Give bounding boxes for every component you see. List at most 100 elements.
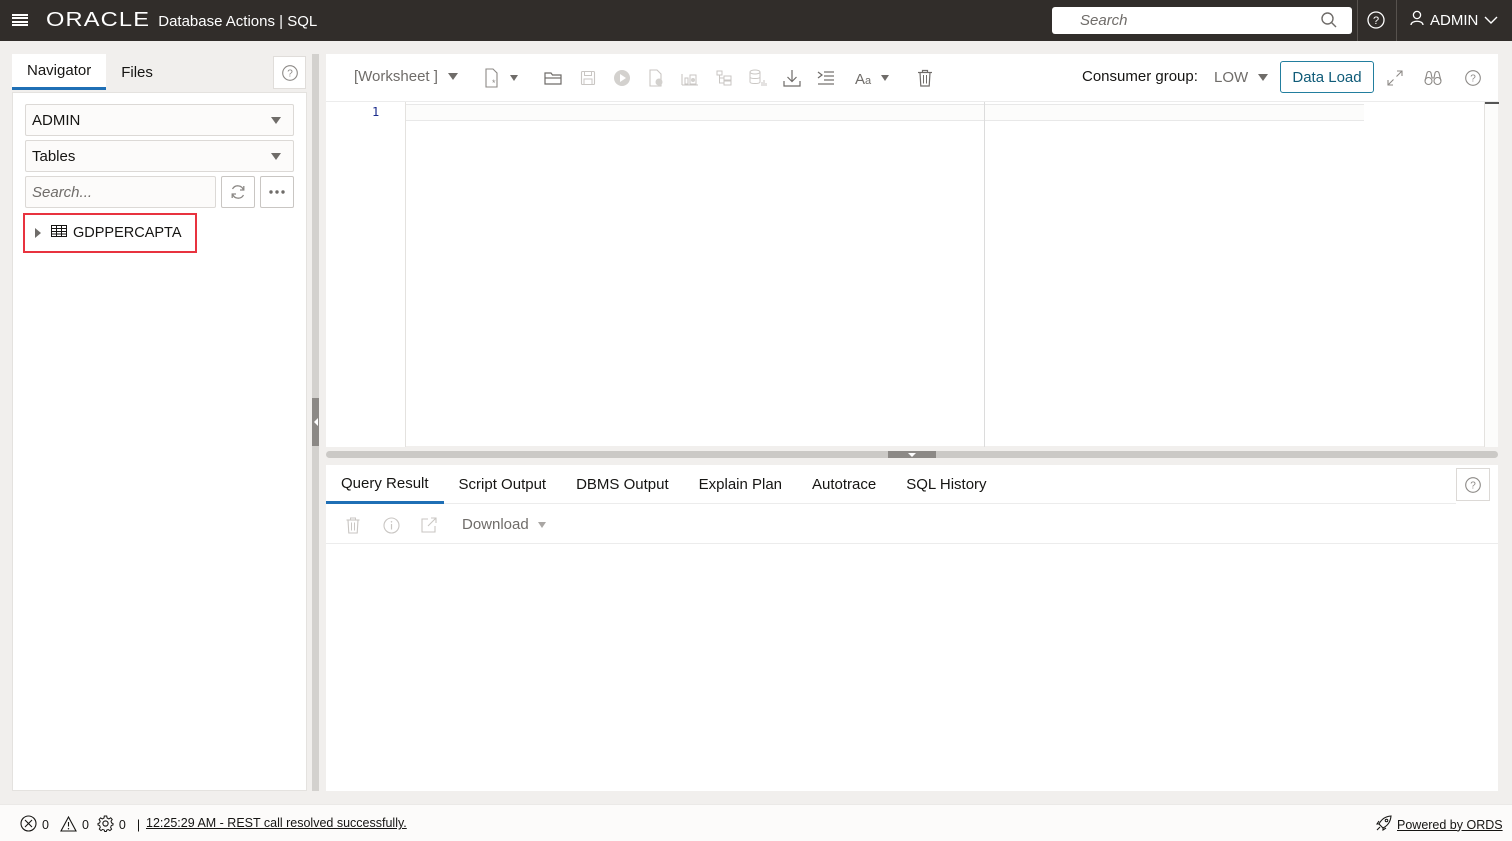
navigator-help-button[interactable]: ?	[273, 56, 306, 89]
help-icon: ?	[1465, 476, 1481, 493]
help-icon: ?	[281, 64, 298, 81]
worksheet-panel: [Worksheet ] * A a Consumer group: LOW D…	[326, 54, 1499, 447]
brand: ORACLE Database Actions | SQL	[46, 9, 317, 32]
menu-icon[interactable]	[12, 12, 28, 28]
clear-results-button[interactable]	[343, 515, 363, 535]
more-actions-button[interactable]	[260, 176, 294, 208]
caret-down-icon	[537, 521, 546, 528]
tab-autotrace[interactable]: Autotrace	[797, 465, 891, 504]
sql-tuning-button[interactable]	[747, 67, 769, 89]
info-icon	[382, 516, 400, 534]
tab-script-output[interactable]: Script Output	[444, 465, 562, 504]
results-help-button[interactable]: ?	[1456, 468, 1490, 501]
warning-count: 0	[81, 818, 89, 832]
caret-down-icon	[271, 117, 281, 124]
object-type-select-value: Tables	[32, 147, 76, 165]
line-number: 1	[372, 105, 380, 119]
warning-icon[interactable]	[60, 815, 77, 835]
consumer-group-select[interactable]: LOW	[1214, 69, 1269, 86]
save-button[interactable]	[577, 67, 599, 89]
new-worksheet-button[interactable]: *	[484, 67, 524, 89]
format-icon	[817, 71, 834, 85]
run-script-button[interactable]	[645, 67, 667, 89]
refresh-button[interactable]	[221, 176, 255, 208]
autotrace-button[interactable]	[713, 67, 735, 89]
schema-select-value: ADMIN	[32, 111, 81, 129]
object-type-select[interactable]: Tables	[25, 140, 294, 172]
gear-icon[interactable]	[97, 815, 114, 835]
worksheet-select[interactable]: [Worksheet ]	[354, 68, 458, 85]
explain-plan-button[interactable]	[679, 67, 701, 89]
collapse-navigator-handle[interactable]	[312, 398, 319, 446]
powered-by-ords-link[interactable]: Powered by ORDS	[1375, 815, 1503, 834]
run-statement-button[interactable]	[611, 67, 633, 89]
download-icon	[783, 70, 801, 87]
tree-item-gdppercapta[interactable]: GDPPERCAPTA	[23, 213, 197, 253]
tab-files[interactable]: Files	[106, 54, 168, 90]
app-header: ORACLE Database Actions | SQL ? ADMIN	[0, 0, 1512, 41]
open-in-new-button[interactable]	[419, 515, 439, 535]
caret-down-icon	[447, 73, 458, 80]
download-label: Download	[462, 516, 529, 533]
results-tabs: Query Result Script Output DBMS Output E…	[326, 465, 1456, 504]
navigator-search-input[interactable]	[26, 177, 215, 207]
collapse-results-handle[interactable]	[888, 451, 936, 458]
tab-sql-history[interactable]: SQL History	[891, 465, 1001, 504]
svg-text:?: ?	[287, 68, 293, 79]
results-panel: Query Result Script Output DBMS Output E…	[326, 465, 1498, 791]
horizontal-splitter[interactable]	[326, 451, 1498, 458]
maximize-button[interactable]	[1384, 67, 1406, 89]
vertical-splitter[interactable]	[312, 54, 319, 791]
user-name: ADMIN	[1430, 11, 1479, 29]
svg-text:?: ?	[1373, 15, 1379, 27]
tab-query-result[interactable]: Query Result	[326, 465, 444, 504]
refresh-icon	[231, 185, 245, 199]
status-message[interactable]: 12:25:29 AM - REST call resolved success…	[146, 816, 407, 830]
editor-scrollbar[interactable]	[1484, 102, 1499, 447]
text-size-button[interactable]: Aa	[854, 67, 894, 89]
header-divider	[1396, 0, 1397, 41]
clear-button[interactable]	[914, 67, 936, 89]
tab-dbms-output[interactable]: DBMS Output	[561, 465, 684, 504]
open-button[interactable]	[542, 67, 564, 89]
find-button[interactable]	[1422, 67, 1444, 89]
status-bar: 0 0 0 | 12:25:29 AM - REST call resolved…	[0, 804, 1512, 841]
error-icon[interactable]	[20, 815, 37, 835]
expand-caret-icon[interactable]	[35, 228, 41, 238]
svg-text:a: a	[865, 75, 872, 86]
global-search[interactable]	[1052, 7, 1352, 34]
global-search-input[interactable]	[1052, 12, 1312, 29]
run-script-icon	[649, 69, 663, 87]
data-load-button[interactable]: Data Load	[1280, 61, 1374, 93]
consumer-group-label: Consumer group:	[1082, 68, 1198, 85]
trash-icon	[918, 69, 932, 87]
run-statement-icon	[614, 70, 630, 86]
search-icon[interactable]	[1320, 11, 1338, 34]
worksheet-help-button[interactable]: ?	[1462, 67, 1484, 89]
tab-navigator[interactable]: Navigator	[12, 54, 107, 90]
schema-select[interactable]: ADMIN	[25, 104, 294, 136]
explain-plan-icon	[681, 74, 698, 86]
caret-down-icon	[271, 153, 281, 160]
active-code-line[interactable]	[406, 104, 1364, 121]
format-button[interactable]	[815, 67, 837, 89]
download-button[interactable]	[781, 67, 803, 89]
user-menu[interactable]: ADMIN	[1410, 10, 1498, 30]
navigator-search[interactable]	[25, 176, 216, 208]
navigator-body: ADMIN Tables GDPPERCAPTA	[12, 92, 307, 791]
help-icon[interactable]: ?	[1366, 10, 1386, 35]
powered-by-label: Powered by ORDS	[1397, 817, 1503, 832]
sql-tuning-icon	[749, 69, 767, 86]
save-icon	[580, 70, 596, 86]
sql-editor[interactable]: 1	[326, 101, 1499, 447]
rocket-icon	[1375, 815, 1392, 834]
info-button[interactable]	[381, 515, 401, 535]
print-margin	[984, 102, 985, 447]
more-icon	[269, 190, 285, 194]
external-link-icon	[421, 517, 437, 533]
chevron-down-icon	[1484, 12, 1498, 29]
status-counters: 0 0 0 |	[20, 815, 140, 835]
download-results-menu[interactable]: Download	[462, 516, 546, 533]
tab-explain-plan[interactable]: Explain Plan	[684, 465, 797, 504]
consumer-group-value: LOW	[1214, 69, 1249, 86]
